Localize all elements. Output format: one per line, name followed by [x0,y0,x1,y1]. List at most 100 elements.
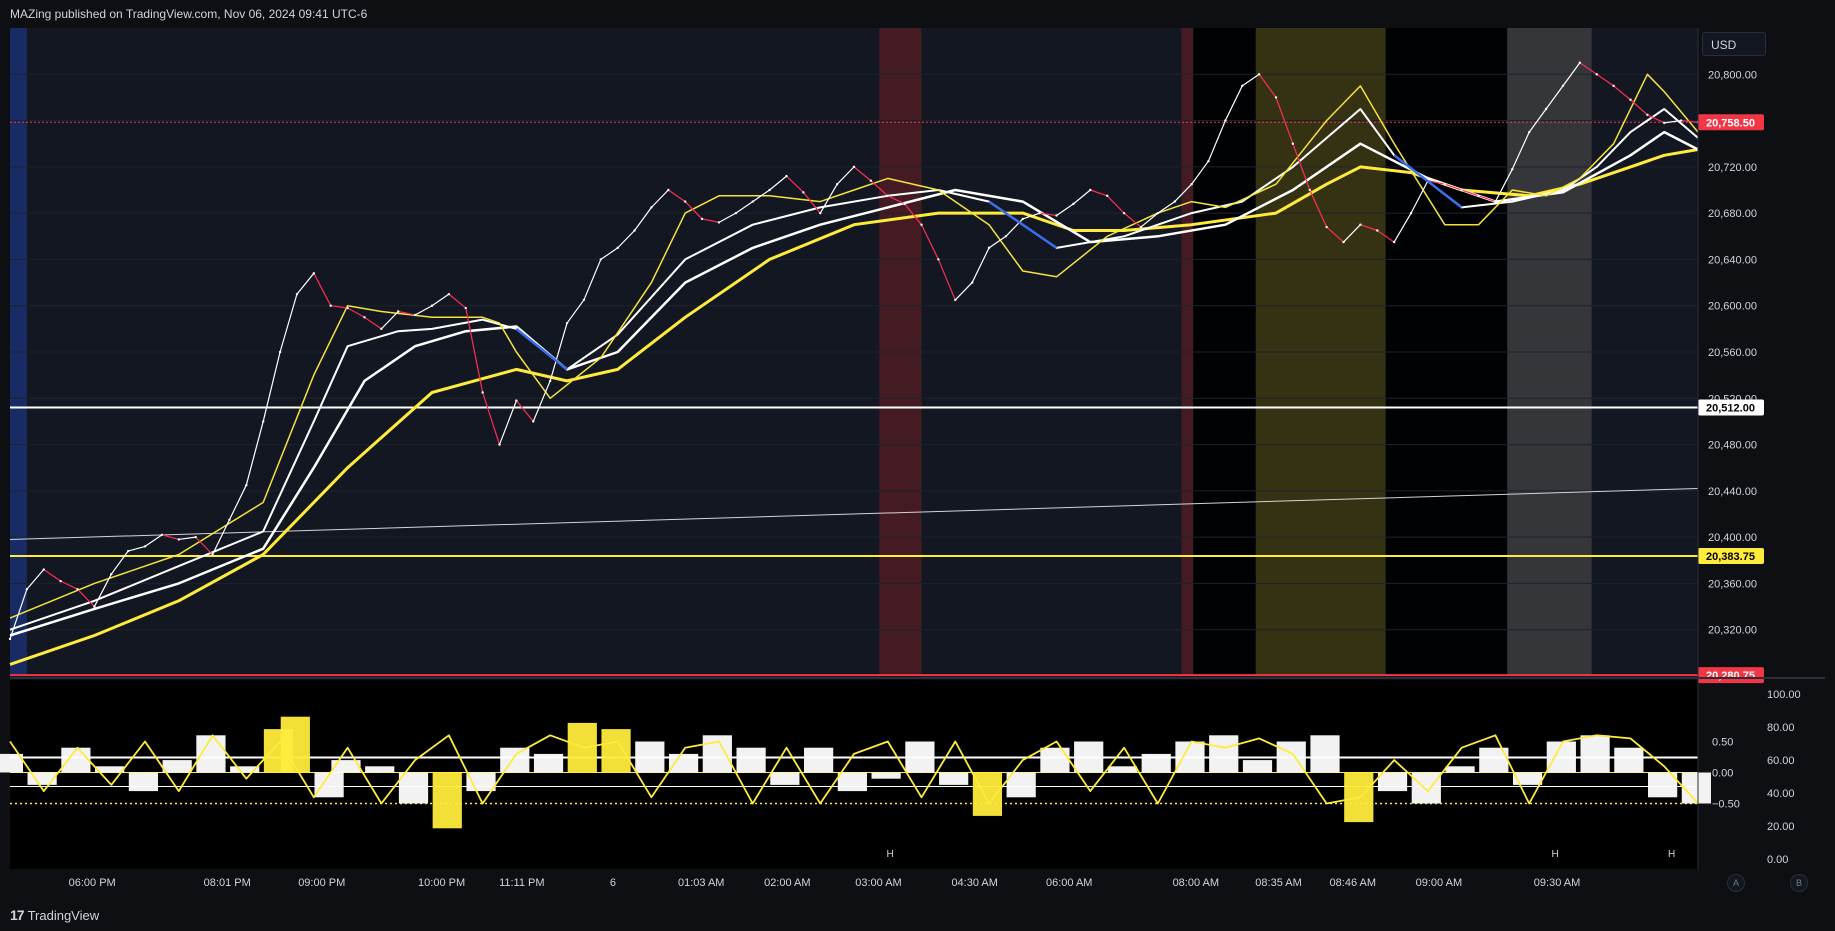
time-tick-label: 6 [610,877,616,889]
price-point [464,306,467,310]
footer-bar: 17 TradingView [0,899,1835,931]
price-point [1241,84,1244,88]
price-point [1511,167,1514,171]
price-point [143,545,147,548]
price-point [1207,159,1210,163]
price-tick-label: 20,720.00 [1708,162,1757,174]
osc-histogram-bar [1141,753,1171,773]
osc-right-tick: 40.00 [1767,788,1795,800]
price-point [1443,183,1447,186]
price-point [869,179,873,182]
price-point [1392,240,1396,244]
price-point [1578,61,1582,64]
osc-histogram-bar [500,747,530,773]
osc-histogram-bar [1074,741,1104,773]
price-point [430,304,434,307]
price-point [42,568,45,571]
price-point [363,316,366,319]
osc-h-marker: H [886,849,893,860]
price-point [937,258,940,261]
price-point [1494,200,1497,203]
price-point [920,223,923,226]
price-point [295,292,299,296]
price-point [1004,235,1008,238]
price-point [1072,202,1075,206]
osc-histogram-bar [1310,735,1340,773]
price-point [819,211,822,215]
price-point [413,313,417,317]
osc-histogram-bar [1614,747,1644,773]
price-point [633,229,636,232]
osc-histogram-bar [837,772,867,792]
price-point [1528,130,1531,134]
price-point [1612,84,1615,88]
time-tick-label: 02:00 AM [764,877,810,889]
price-tick-label: 20,360.00 [1708,578,1757,590]
price-point [1679,119,1683,122]
price-point [599,258,602,261]
price-point [987,246,991,250]
osc-histogram-bar [1681,772,1711,804]
price-tick-label: 20,800.00 [1708,69,1757,81]
osc-histogram-bar [1209,735,1239,773]
currency-selector[interactable]: USD [1702,32,1766,56]
price-point [886,194,889,197]
osc-histogram-bar [1445,766,1475,773]
price-tick-label: 20,640.00 [1708,254,1757,266]
price-point [1663,121,1666,125]
time-tick-label: 08:46 AM [1330,877,1376,889]
chart-canvas[interactable]: 20,800.0020,760.0020,720.0020,680.0020,6… [0,0,1835,931]
price-point [1376,229,1379,232]
osc-right-tick: 20.00 [1767,821,1795,833]
price-point [1359,223,1362,226]
price-tick-label: 20,440.00 [1708,486,1757,498]
osc-histogram-bar [1242,760,1273,773]
price-point [1173,200,1176,203]
osc-histogram-bar [162,760,192,773]
osc-histogram-bar [804,747,834,773]
log-scale-button[interactable]: B [1790,874,1808,892]
price-point [903,202,906,206]
osc-histogram-bar [432,772,462,829]
price-point [1139,225,1143,229]
price-point [1561,84,1565,88]
brand[interactable]: 17 TradingView [10,907,99,923]
price-point [346,306,349,310]
price-tick-label: 20,560.00 [1708,347,1757,359]
price-point [1274,96,1278,99]
price-point [126,549,130,553]
price-label-text: 20,280.75 [1706,670,1755,682]
osc-right-tick: 0.00 [1767,854,1788,866]
price-point [751,200,754,203]
osc-histogram-bar [871,772,901,779]
price-point [397,310,400,313]
price-point [1190,183,1193,186]
price-point [565,321,569,325]
osc-h-marker: H [1668,849,1675,860]
osc-right-tick: 60.00 [1767,755,1795,767]
price-point [1629,98,1632,101]
price-point [802,191,805,194]
price-point [1325,225,1328,229]
osc-inner-tick: 0.50 [1712,737,1733,749]
osc-histogram-bar [128,772,159,792]
price-point [194,535,197,539]
price-point [1595,73,1598,76]
price-point [548,379,552,383]
time-tick-label: 09:00 PM [298,877,345,889]
price-point [1122,211,1126,215]
price-point [650,206,653,209]
price-point [160,533,164,537]
price-point [532,420,535,423]
price-point [1038,211,1041,215]
time-tick-label: 09:00 AM [1416,877,1462,889]
osc-histogram-bar [668,753,699,773]
price-point [1257,73,1261,76]
osc-histogram-bar [365,766,395,773]
price-point [59,579,62,583]
price-point [616,246,619,250]
osc-histogram-bar [601,729,631,773]
price-point [717,221,721,224]
price-point [312,272,316,275]
auto-scale-button[interactable]: A [1727,874,1745,892]
